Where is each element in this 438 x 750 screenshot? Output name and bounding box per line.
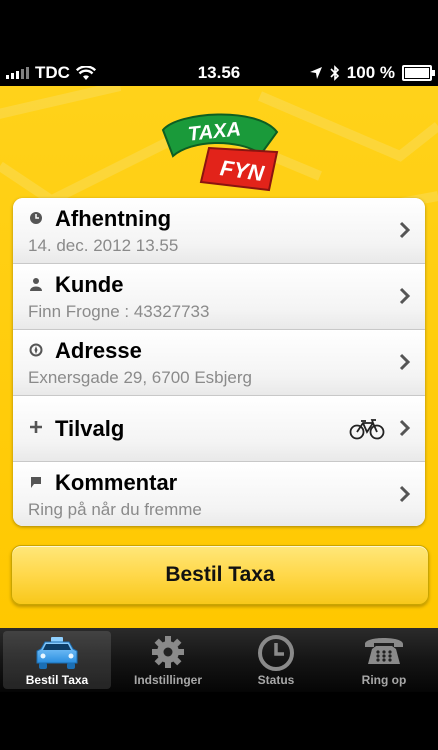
- status-bar: TDC 13.56 100 %: [0, 58, 438, 86]
- main-content: TAXA FYN Afhentning 14. dec. 2012 13.55 …: [0, 86, 438, 628]
- location-arrow-icon: [309, 67, 322, 79]
- booking-details-card: Afhentning 14. dec. 2012 13.55 Kunde Fin…: [13, 198, 425, 526]
- chevron-right-icon: [399, 485, 411, 503]
- tab-label: Ring op: [361, 673, 407, 687]
- compass-icon: [29, 343, 43, 357]
- row-subtitle: Ring på når du fremme: [28, 500, 202, 519]
- row-subtitle: 14. dec. 2012 13.55: [28, 236, 179, 255]
- row-title: Adresse: [55, 338, 142, 363]
- options-row[interactable]: Tilvalg: [13, 395, 425, 461]
- taxa-fyn-logo: TAXA FYN: [161, 113, 279, 192]
- tab-call[interactable]: Ring op: [330, 628, 438, 692]
- order-taxi-button[interactable]: Bestil Taxa: [11, 545, 429, 605]
- row-subtitle: Exnersgade 29, 6700 Esbjerg: [28, 368, 252, 387]
- row-subtitle: Finn Frogne : 43327733: [28, 302, 210, 321]
- customer-row[interactable]: Kunde Finn Frogne : 43327733: [13, 263, 425, 329]
- address-row[interactable]: Adresse Exnersgade 29, 6700 Esbjerg: [13, 329, 425, 395]
- row-title: Kunde: [55, 272, 124, 297]
- battery-percent: 100 %: [346, 63, 395, 82]
- clock-icon: [30, 212, 42, 224]
- tab-label: Bestil Taxa: [25, 673, 89, 687]
- tab-label: Status: [257, 673, 295, 687]
- telephone-icon: [365, 638, 403, 664]
- gear-icon: [152, 636, 184, 668]
- tab-status[interactable]: Status: [222, 628, 330, 692]
- row-title: Kommentar: [55, 470, 178, 495]
- pickup-time-row[interactable]: Afhentning 14. dec. 2012 13.55: [13, 198, 425, 263]
- tab-settings[interactable]: Indstillinger: [114, 628, 222, 692]
- comment-row[interactable]: Kommentar Ring på når du fremme: [13, 461, 425, 526]
- battery-icon: [402, 65, 435, 81]
- row-title: Afhentning: [55, 206, 172, 231]
- tab-bar: Bestil Taxa Indstillinger Status Ring op: [0, 628, 438, 692]
- chevron-right-icon: [399, 221, 411, 239]
- row-title: Tilvalg: [55, 416, 125, 441]
- taxi-car-icon: [36, 637, 78, 669]
- bicycle-icon: [349, 419, 385, 440]
- bluetooth-icon: [330, 65, 339, 81]
- chevron-right-icon: [399, 353, 411, 371]
- chevron-right-icon: [399, 419, 411, 437]
- clock-icon: [258, 635, 294, 671]
- tab-order-taxi[interactable]: Bestil Taxa: [3, 631, 111, 689]
- person-icon: [30, 278, 42, 291]
- comment-icon: [31, 477, 41, 488]
- tab-label: Indstillinger: [133, 673, 202, 687]
- chevron-right-icon: [399, 287, 411, 305]
- plus-icon: [30, 421, 42, 433]
